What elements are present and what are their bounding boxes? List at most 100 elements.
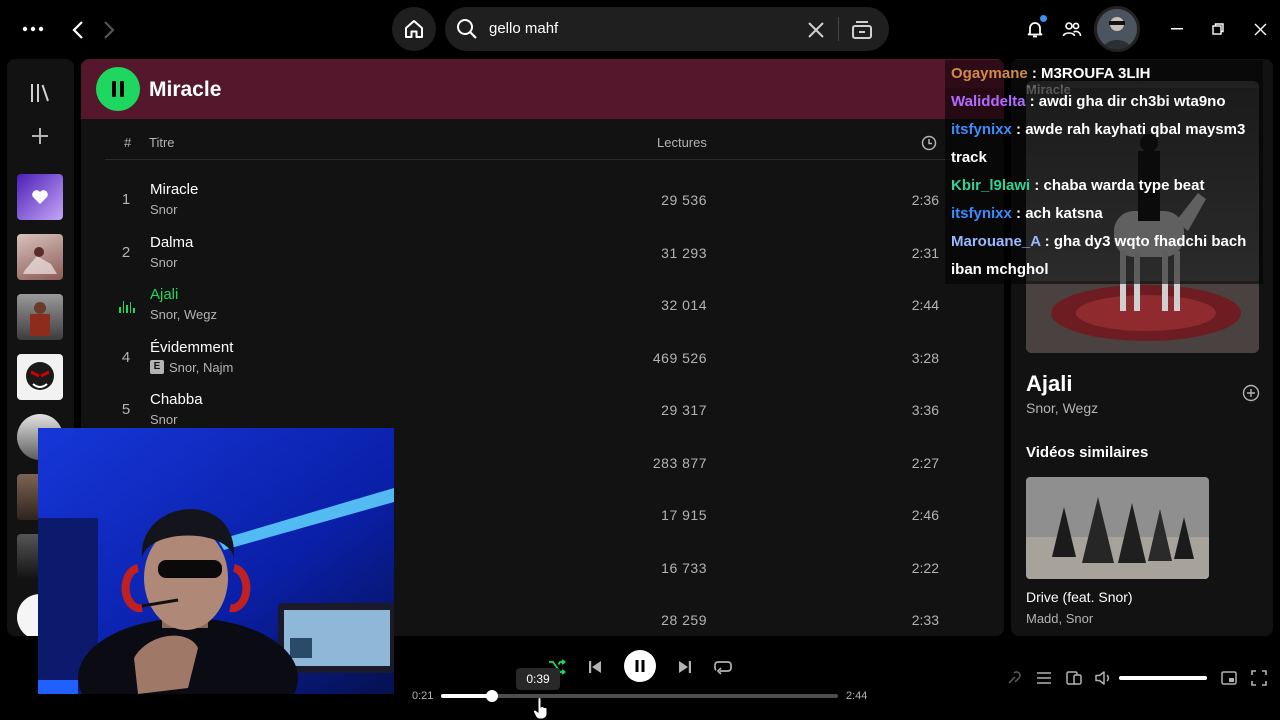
track-duration: 2:46 bbox=[911, 507, 939, 523]
track-plays: 16 733 bbox=[661, 559, 707, 576]
library-item-album-cover[interactable] bbox=[17, 234, 63, 280]
chat-message: Waliddelta : awdi gha dir ch3bi wta9no bbox=[945, 88, 1263, 116]
track-duration: 2:33 bbox=[911, 612, 939, 628]
track-duration: 2:31 bbox=[911, 244, 939, 261]
track-row[interactable]: 4 Évidemment E Snor, Najm 469 526 3:28 bbox=[81, 332, 1004, 384]
library-item-album-cover[interactable] bbox=[17, 294, 63, 340]
explicit-badge: E bbox=[150, 360, 164, 374]
search-icon bbox=[455, 17, 479, 41]
pause-icon bbox=[635, 660, 645, 672]
miniplayer-icon[interactable] bbox=[1219, 668, 1239, 688]
search-divider bbox=[838, 17, 839, 41]
track-number: 2 bbox=[121, 243, 131, 261]
chat-message: itsfynixx : ach katsna bbox=[945, 200, 1263, 228]
next-track-icon[interactable] bbox=[674, 656, 696, 678]
now-playing-equalizer-icon bbox=[119, 299, 135, 313]
track-plays: 469 526 bbox=[652, 349, 707, 366]
pause-icon bbox=[112, 81, 116, 97]
chat-separator: : bbox=[1030, 177, 1044, 194]
progress-handle[interactable] bbox=[485, 690, 498, 702]
track-plays: 28 259 bbox=[661, 612, 707, 628]
track-title[interactable]: Chabba bbox=[150, 391, 203, 408]
track-title[interactable]: Dalma bbox=[150, 234, 193, 251]
track-artist[interactable]: Snor bbox=[150, 255, 177, 270]
chat-message: Marouane_A : gha dy3 wqto fhadchi bach i… bbox=[945, 228, 1263, 284]
track-duration: 2:36 bbox=[911, 192, 939, 208]
track-plays: 17 915 bbox=[661, 507, 707, 523]
total-time: 2:44 bbox=[846, 690, 868, 702]
liked-songs-heart-icon[interactable] bbox=[17, 174, 63, 220]
connect-device-icon[interactable] bbox=[1064, 668, 1084, 688]
similar-video-artist[interactable]: Madd, Snor bbox=[1026, 611, 1093, 626]
playlist-pause-button[interactable] bbox=[96, 67, 140, 111]
now-playing-title[interactable]: Ajali bbox=[1026, 371, 1072, 397]
fullscreen-icon[interactable] bbox=[1249, 668, 1269, 688]
chat-text: M3ROUFA 3LIH bbox=[1041, 65, 1151, 82]
similar-videos-heading: Vidéos similaires bbox=[1026, 444, 1149, 461]
track-row[interactable]: Ajali Snor, Wegz 32 014 2:44 bbox=[81, 279, 1004, 331]
clear-search-icon[interactable] bbox=[805, 19, 827, 41]
header-divider bbox=[105, 159, 978, 160]
track-plays: 31 293 bbox=[661, 244, 707, 261]
search-bar[interactable]: gello mahf bbox=[445, 7, 889, 51]
track-plays: 32 014 bbox=[661, 297, 707, 313]
track-artist[interactable]: E Snor, Najm bbox=[150, 360, 233, 375]
chat-separator: : bbox=[1025, 93, 1039, 110]
chat-username: Kbir_l9lawi bbox=[951, 177, 1031, 194]
chat-username: Waliddelta bbox=[951, 93, 1026, 110]
queue-icon[interactable] bbox=[1034, 668, 1054, 688]
library-icon[interactable] bbox=[28, 81, 52, 105]
track-title[interactable]: Miracle bbox=[150, 181, 198, 198]
track-artist[interactable]: Snor, Wegz bbox=[150, 307, 217, 322]
chat-username: Marouane_A bbox=[951, 233, 1041, 250]
forward-arrow-icon[interactable] bbox=[99, 19, 119, 41]
track-artist-label: Snor bbox=[150, 412, 178, 427]
browse-icon[interactable] bbox=[850, 18, 874, 42]
add-to-library-icon[interactable] bbox=[1242, 384, 1260, 402]
library-item-album-cover[interactable] bbox=[17, 354, 63, 400]
back-arrow-icon[interactable] bbox=[68, 19, 88, 41]
chat-message: Kbir_l9lawi : chaba warda type beat bbox=[945, 172, 1263, 200]
more-options-icon[interactable] bbox=[20, 19, 46, 39]
home-icon bbox=[405, 20, 423, 38]
column-header-title[interactable]: Titre bbox=[149, 135, 175, 150]
restore-window-icon[interactable] bbox=[1208, 19, 1228, 39]
webcam-overlay bbox=[38, 428, 394, 694]
track-title[interactable]: Ajali bbox=[150, 286, 178, 303]
progress-bar[interactable] bbox=[441, 690, 838, 702]
track-artist[interactable]: Snor bbox=[150, 412, 177, 427]
track-plays: 283 877 bbox=[652, 454, 707, 471]
notification-dot bbox=[1040, 15, 1047, 22]
notifications-bell-icon[interactable] bbox=[1024, 15, 1047, 40]
chat-username: itsfynixx bbox=[951, 121, 1012, 138]
similar-video-thumbnail[interactable] bbox=[1026, 477, 1209, 579]
progress-fill bbox=[441, 694, 492, 698]
user-avatar[interactable] bbox=[1094, 6, 1140, 52]
close-window-icon[interactable] bbox=[1250, 19, 1270, 39]
previous-track-icon[interactable] bbox=[584, 656, 606, 678]
track-duration: 3:28 bbox=[911, 349, 939, 366]
now-playing-artist[interactable]: Snor, Wegz bbox=[1026, 400, 1098, 416]
page-title: Miracle bbox=[149, 78, 222, 101]
repeat-icon[interactable] bbox=[712, 656, 734, 678]
track-row[interactable]: 2 Dalma Snor 31 293 2:31 bbox=[81, 227, 1004, 279]
create-playlist-icon[interactable] bbox=[29, 125, 51, 147]
home-button[interactable] bbox=[392, 7, 436, 51]
volume-icon[interactable] bbox=[1094, 668, 1114, 688]
column-header-plays[interactable]: Lectures bbox=[657, 135, 707, 150]
track-title[interactable]: Évidemment bbox=[150, 339, 233, 356]
similar-video-title[interactable]: Drive (feat. Snor) bbox=[1026, 589, 1133, 605]
track-number: 5 bbox=[121, 401, 131, 418]
chat-text: ach katsna bbox=[1025, 205, 1103, 222]
lyrics-mic-icon[interactable] bbox=[1004, 668, 1024, 688]
volume-slider[interactable] bbox=[1119, 676, 1207, 680]
chat-username: Ogaymane bbox=[951, 65, 1028, 82]
minimize-window-icon[interactable] bbox=[1168, 19, 1186, 39]
track-row[interactable]: 1 Miracle Snor 29 536 2:36 bbox=[81, 174, 1004, 226]
search-input[interactable]: gello mahf bbox=[489, 20, 558, 37]
track-artist-label: Snor, Najm bbox=[169, 359, 234, 375]
friend-activity-icon[interactable] bbox=[1061, 18, 1083, 40]
track-artist-label: Snor, Wegz bbox=[150, 307, 217, 322]
play-pause-button[interactable] bbox=[624, 650, 656, 682]
track-artist[interactable]: Snor bbox=[150, 202, 177, 217]
